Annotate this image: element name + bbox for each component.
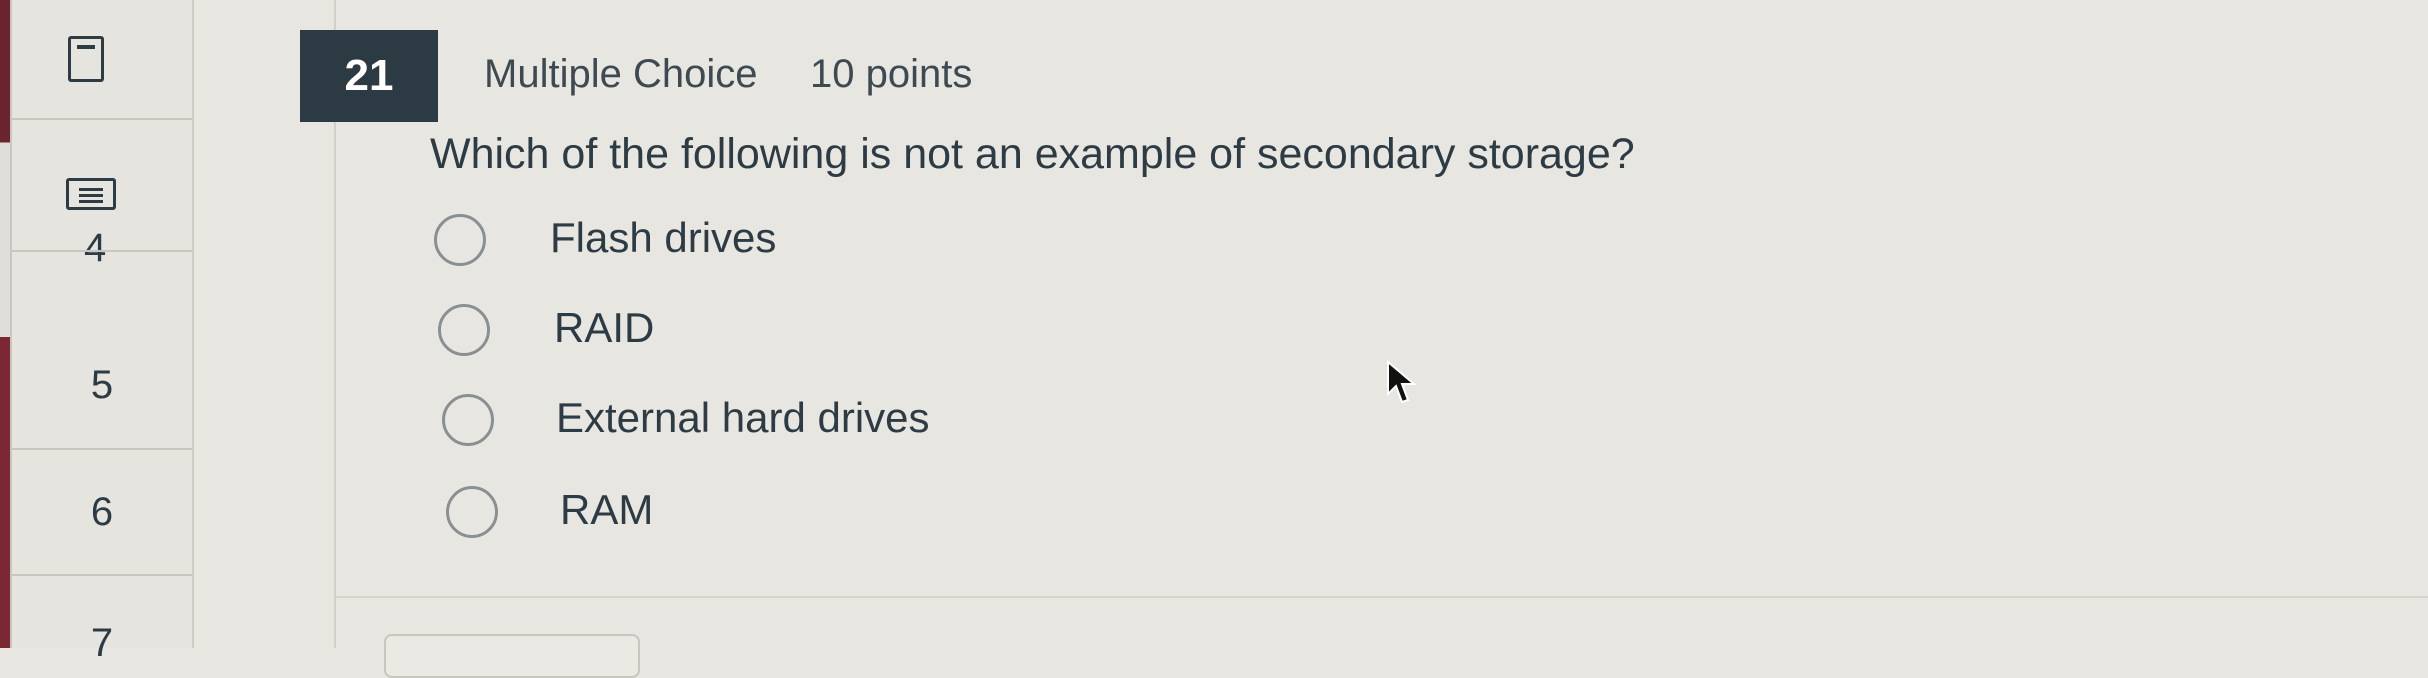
bookmark-icon[interactable]	[68, 36, 104, 82]
answer-option-raid[interactable]	[438, 300, 490, 360]
question-number-badge: 21	[300, 30, 438, 122]
mouse-cursor-icon	[1387, 360, 1417, 404]
radio-button[interactable]	[438, 304, 490, 356]
question-type: Multiple Choice	[484, 52, 758, 96]
question-navigator: 4 5 6 7	[10, 0, 194, 665]
answer-label-flash-drives[interactable]: Flash drives	[550, 214, 776, 262]
next-button-partial[interactable]	[384, 634, 640, 678]
nav-cell-notes: 4	[12, 118, 192, 270]
answer-option-external-hard-drives[interactable]	[442, 390, 494, 450]
question-points: 10 points	[810, 52, 973, 96]
answer-option-ram[interactable]	[446, 482, 498, 542]
nav-item-4[interactable]: 4	[84, 226, 106, 271]
answer-label-ram[interactable]: RAM	[560, 486, 653, 534]
nav-item-6-cell[interactable]: 6	[12, 450, 192, 576]
section-divider	[336, 596, 2428, 598]
answer-label-external-hard-drives[interactable]: External hard drives	[556, 394, 930, 442]
nav-item-5[interactable]: 5	[91, 363, 113, 408]
answer-label-raid[interactable]: RAID	[554, 304, 654, 352]
radio-button[interactable]	[442, 394, 494, 446]
question-text: Which of the following is not an example…	[430, 130, 1635, 178]
nav-cell-flag	[12, 0, 192, 120]
nav-item-5-cell[interactable]: 5	[12, 322, 192, 450]
radio-button[interactable]	[434, 214, 486, 266]
list-icon[interactable]	[66, 178, 116, 210]
radio-button[interactable]	[446, 486, 498, 538]
nav-item-7-cell[interactable]: 7	[12, 576, 192, 665]
nav-item-7[interactable]: 7	[91, 621, 113, 666]
nav-item-6[interactable]: 6	[91, 490, 113, 535]
answer-option-flash-drives[interactable]	[434, 210, 486, 270]
